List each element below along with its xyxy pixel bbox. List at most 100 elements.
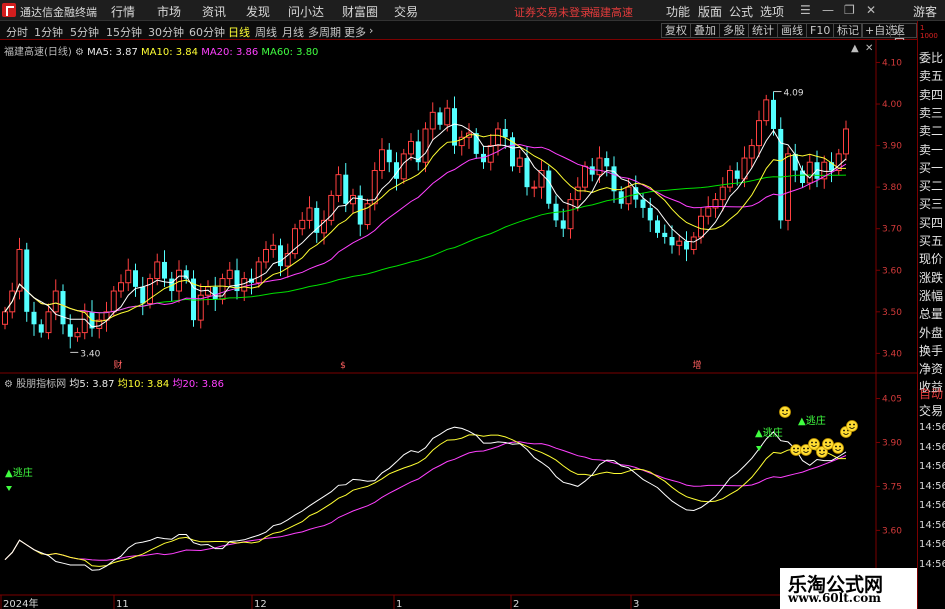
- draw-button[interactable]: 画线: [777, 23, 807, 38]
- period-60min[interactable]: 60分钟: [189, 24, 225, 40]
- app-logo-icon: [2, 3, 16, 17]
- quote-field-3: 卖三: [919, 105, 944, 120]
- candle-body-up: [241, 278, 248, 292]
- window-menu-icon[interactable]: ☰: [800, 3, 811, 17]
- period-weekly[interactable]: 周线: [255, 24, 277, 40]
- period-multi[interactable]: 多周期: [308, 24, 341, 40]
- back-button[interactable]: 返回: [890, 23, 917, 50]
- menu-trade[interactable]: 交易: [394, 3, 418, 20]
- close-icon[interactable]: ✕: [866, 3, 876, 17]
- smiley-icon: [846, 420, 858, 432]
- period-monthly[interactable]: 月线: [282, 24, 304, 40]
- quote-field-6: 买一: [919, 160, 944, 175]
- side-tab-0[interactable]: 自动: [919, 385, 945, 402]
- mark-button[interactable]: 标记: [833, 23, 863, 38]
- adjust-button[interactable]: 复权: [661, 23, 691, 38]
- candle-body-down: [524, 158, 530, 188]
- menu-formula[interactable]: 公式: [729, 3, 753, 20]
- menu-discover[interactable]: 发现: [246, 3, 270, 20]
- candle-body-down: [589, 166, 595, 175]
- menu-market[interactable]: 市场: [157, 3, 181, 20]
- candle-body-down: [38, 324, 44, 333]
- candle-body-down: [502, 128, 508, 138]
- high-price-label: 4.09: [784, 89, 804, 99]
- candle-body-down: [546, 170, 552, 204]
- smiley-eye: [797, 447, 799, 450]
- kline-chart-area[interactable]: 4.10 4.00 3.90 3.80 3.70 3.60 3.50 3.40 4.09 3.40…: [0, 40, 917, 609]
- settings-gear-icon[interactable]: ⚙: [75, 47, 84, 58]
- candle-body-up: [299, 219, 306, 230]
- period-tick[interactable]: 分时: [6, 24, 28, 40]
- indicator-settings-icon[interactable]: ⚙: [4, 379, 13, 390]
- overlay-button[interactable]: 叠加: [690, 23, 720, 38]
- chevron-right-icon[interactable]: ›: [369, 24, 373, 37]
- candle-body-down: [343, 174, 349, 204]
- menu-news[interactable]: 资讯: [202, 3, 226, 20]
- candle-body-down: [647, 207, 653, 221]
- menu-xiaoda[interactable]: 问小达: [288, 3, 324, 20]
- multi-stock-button[interactable]: 多股: [719, 23, 749, 38]
- tick-time: 14:56: [919, 422, 945, 433]
- candle-body-up: [429, 111, 436, 130]
- user-guest[interactable]: 游客: [913, 3, 937, 20]
- candle-body-down: [734, 170, 740, 179]
- candle-body-down: [162, 261, 167, 279]
- y-tick-label: 3.90: [882, 142, 902, 152]
- period-30min[interactable]: 30分钟: [148, 24, 184, 40]
- avg5-label: 均5: 3.87: [69, 379, 115, 390]
- period-daily[interactable]: 日线: [228, 24, 250, 40]
- candle-body-up: [335, 174, 342, 196]
- chart-close-icon[interactable]: ✕: [865, 43, 873, 54]
- quote-field-15: 外盘: [919, 325, 944, 340]
- avg10-label: 均10: 3.84: [117, 379, 170, 390]
- smiley-icon: [832, 442, 844, 454]
- chart-collapse-icon[interactable]: ▲: [851, 43, 859, 54]
- tick-time: 14:56: [919, 519, 945, 531]
- tick-time: 14:56: [919, 558, 945, 570]
- menu-wealth[interactable]: 财富圈: [342, 3, 378, 20]
- y-tick-label: 4.10: [882, 58, 902, 68]
- period-1min[interactable]: 1分钟: [34, 24, 63, 40]
- event-marker: 增: [692, 359, 701, 371]
- side-tab-1[interactable]: 交易: [919, 402, 945, 419]
- stats-button[interactable]: 统计: [748, 23, 778, 38]
- app-title: 通达信金融终端: [20, 6, 97, 19]
- minimize-icon[interactable]: —: [822, 3, 834, 17]
- smiley-eye: [807, 447, 809, 450]
- time-axis-label: 12: [254, 599, 267, 609]
- smiley-eye: [829, 441, 831, 444]
- period-15min[interactable]: 15分钟: [106, 24, 142, 40]
- candle-body-up: [756, 120, 762, 147]
- login-notice[interactable]: 证券交易未登录: [514, 4, 591, 20]
- restore-icon[interactable]: ❐: [844, 3, 855, 17]
- quote-field-12: 涨跌: [919, 270, 944, 285]
- f10-button[interactable]: F10: [806, 23, 835, 38]
- y-tick-label: 3.60: [882, 266, 902, 276]
- menu-options[interactable]: 选项: [760, 3, 784, 20]
- candle-body-down: [452, 108, 457, 146]
- smiley-eye: [811, 441, 813, 444]
- time-axis-label: 1: [396, 599, 402, 609]
- smiley-eye: [793, 447, 795, 450]
- candle-body-up: [806, 161, 813, 184]
- indicator-tick-label: 3.75: [882, 482, 902, 492]
- candle-body-up: [2, 311, 8, 325]
- quote-field-16: 换手: [919, 343, 944, 358]
- candle-body-up: [531, 186, 538, 189]
- candle-body-up: [444, 107, 451, 126]
- candle-body-up: [125, 269, 132, 284]
- time-axis-label: 11: [116, 599, 129, 609]
- tick-time: 14:56: [919, 539, 945, 550]
- main-chart-legend: 福建高速(日线) ⚙ MA5: 3.87 MA10: 3.84 MA20: 3.…: [4, 43, 318, 58]
- menu-layout[interactable]: 版面: [698, 3, 722, 20]
- candle-body-down: [662, 232, 668, 238]
- period-more[interactable]: 更多: [344, 24, 366, 40]
- candle-body-up: [408, 140, 414, 155]
- candle-body-down: [655, 220, 660, 233]
- watermark: 乐淘公式网 www.60lt.com: [780, 568, 917, 609]
- candle-body-down: [183, 270, 189, 279]
- period-5min[interactable]: 5分钟: [70, 24, 99, 40]
- menu-functions[interactable]: 功能: [666, 3, 690, 20]
- candle-body-up: [45, 311, 52, 334]
- menu-quotes[interactable]: 行情: [111, 3, 135, 20]
